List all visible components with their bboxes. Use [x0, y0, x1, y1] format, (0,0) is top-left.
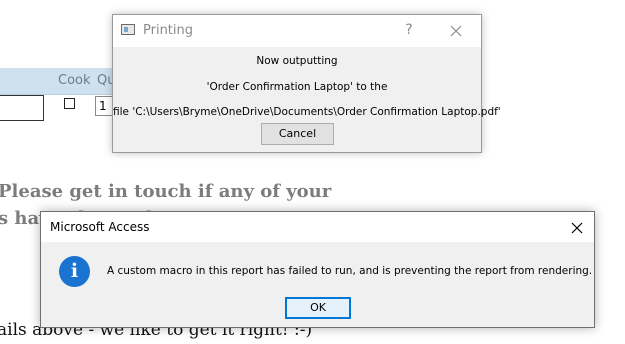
ok-button[interactable]: OK	[285, 297, 351, 319]
access-message-box: Microsoft Access i A custom macro in thi…	[40, 211, 595, 328]
message-box-titlebar[interactable]: Microsoft Access	[41, 212, 594, 242]
close-icon	[450, 25, 462, 37]
printing-line-2: 'Order Confirmation Laptop' to the	[206, 81, 388, 93]
printing-titlebar[interactable]: Printing ?	[113, 15, 481, 47]
printing-title: Printing	[143, 23, 194, 38]
printing-close-button[interactable]	[445, 20, 467, 42]
printing-line-1: Now outputting	[256, 55, 338, 67]
cancel-button[interactable]: Cancel	[261, 123, 334, 145]
item-field[interactable]	[0, 95, 44, 121]
error-message: A custom macro in this report has failed…	[107, 265, 593, 277]
message-box-title: Microsoft Access	[50, 220, 150, 234]
close-icon	[571, 222, 583, 234]
printing-file-path: file 'C:\Users\Bryme\OneDrive\Documents\…	[113, 106, 501, 118]
cook-checkbox[interactable]	[64, 98, 75, 109]
help-button[interactable]: ?	[399, 20, 419, 40]
column-header-cook: Cook	[58, 73, 91, 88]
message-box-close-button[interactable]	[567, 218, 587, 238]
printing-window-icon	[121, 24, 135, 35]
information-icon: i	[59, 256, 90, 287]
printing-dialog: Printing ? Now outputting 'Order Confirm…	[112, 14, 501, 153]
report-note-line1: Please get in touch if any of your	[0, 181, 332, 202]
